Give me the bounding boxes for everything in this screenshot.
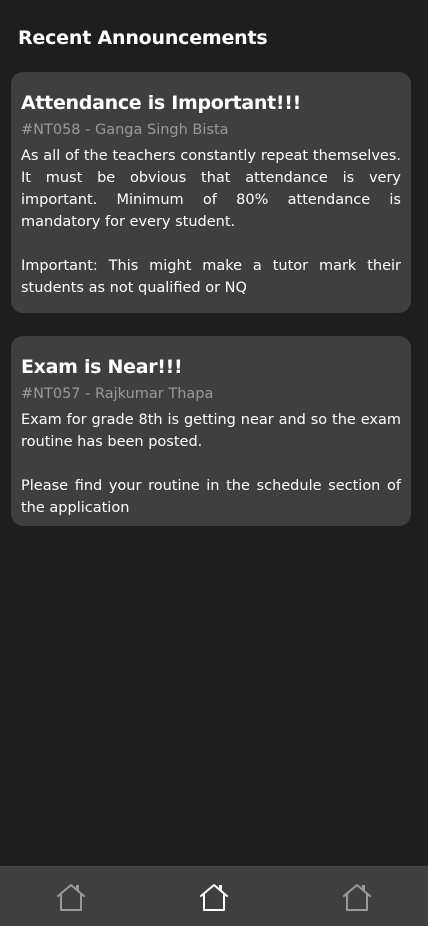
announcement-meta: #NT057 - Rajkumar Thapa xyxy=(21,386,214,402)
announcement-paragraph: Exam for grade 8th is getting near and s… xyxy=(21,412,401,450)
announcements-screen: Recent Announcements Attendance is Impor… xyxy=(0,0,428,926)
bottom-nav xyxy=(0,866,428,926)
announcement-body: Exam for grade 8th is getting near and s… xyxy=(21,409,401,519)
home-icon xyxy=(200,884,228,911)
page-title: Recent Announcements xyxy=(18,27,268,49)
nav-home-button-1[interactable] xyxy=(54,880,88,914)
home-icon xyxy=(57,884,85,911)
announcement-card[interactable]: Attendance is Important!!! #NT058 - Gang… xyxy=(11,72,411,313)
announcement-paragraph: As all of the teachers constantly repeat… xyxy=(21,148,401,230)
home-icon xyxy=(343,884,371,911)
announcement-title: Attendance is Important!!! xyxy=(21,92,302,114)
nav-home-button-3[interactable] xyxy=(340,880,374,914)
announcement-card[interactable]: Exam is Near!!! #NT057 - Rajkumar Thapa … xyxy=(11,336,411,526)
announcement-paragraph: Please find your routine in the schedule… xyxy=(21,478,401,516)
announcement-paragraph: Important: This might make a tutor mark … xyxy=(21,258,401,296)
announcement-title: Exam is Near!!! xyxy=(21,356,183,378)
nav-home-button-2[interactable] xyxy=(197,880,231,914)
announcement-meta: #NT058 - Ganga Singh Bista xyxy=(21,122,229,138)
announcement-body: As all of the teachers constantly repeat… xyxy=(21,145,401,299)
